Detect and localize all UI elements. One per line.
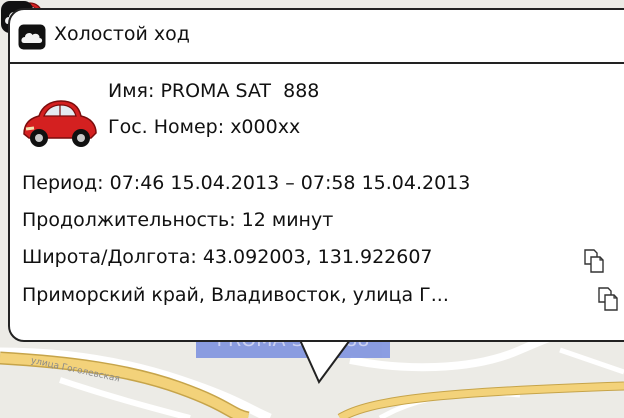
popup-pointer [298, 338, 358, 384]
vehicle-name-row: Имя: PROMA SAT 888 [108, 80, 319, 102]
period-value: 07:46 15.04.2013 – 07:58 15.04.2013 [109, 172, 471, 194]
vehicle-name-value: PROMA SAT 888 [160, 80, 320, 102]
event-popup: Холостой ход Имя: PROMA SAT 888 Гос. Ном… [8, 8, 624, 342]
copy-coords-icon[interactable] [582, 248, 606, 274]
duration-label: Продолжительность: [22, 209, 236, 231]
vehicle-name-label: Имя: [108, 80, 155, 102]
coords-value: 43.092003, 131.922607 [202, 246, 433, 268]
address-value: Приморский край, Владивосток, улица Г... [22, 284, 449, 306]
coords-label: Широта/Долгота: [22, 246, 197, 268]
red-car-icon [23, 100, 97, 147]
period-label: Период: [22, 172, 104, 194]
period-row: Период: 07:46 15.04.2013 – 07:58 15.04.2… [22, 172, 470, 194]
duration-row: Продолжительность: 12 минут [22, 209, 333, 231]
plate-label: Гос. Номер: [108, 116, 225, 138]
plate-row: Гос. Номер: x000xx [108, 116, 300, 138]
coords-row: Широта/Долгота: 43.092003, 131.922607 [22, 246, 433, 268]
cloud-icon [18, 24, 46, 50]
popup-title: Холостой ход [54, 23, 190, 45]
duration-value: 12 минут [241, 209, 334, 231]
address-row: Приморский край, Владивосток, улица Г... [22, 284, 449, 306]
popup-header: Холостой ход [10, 10, 624, 64]
plate-value: x000xx [230, 116, 301, 138]
copy-address-icon[interactable] [596, 286, 620, 312]
